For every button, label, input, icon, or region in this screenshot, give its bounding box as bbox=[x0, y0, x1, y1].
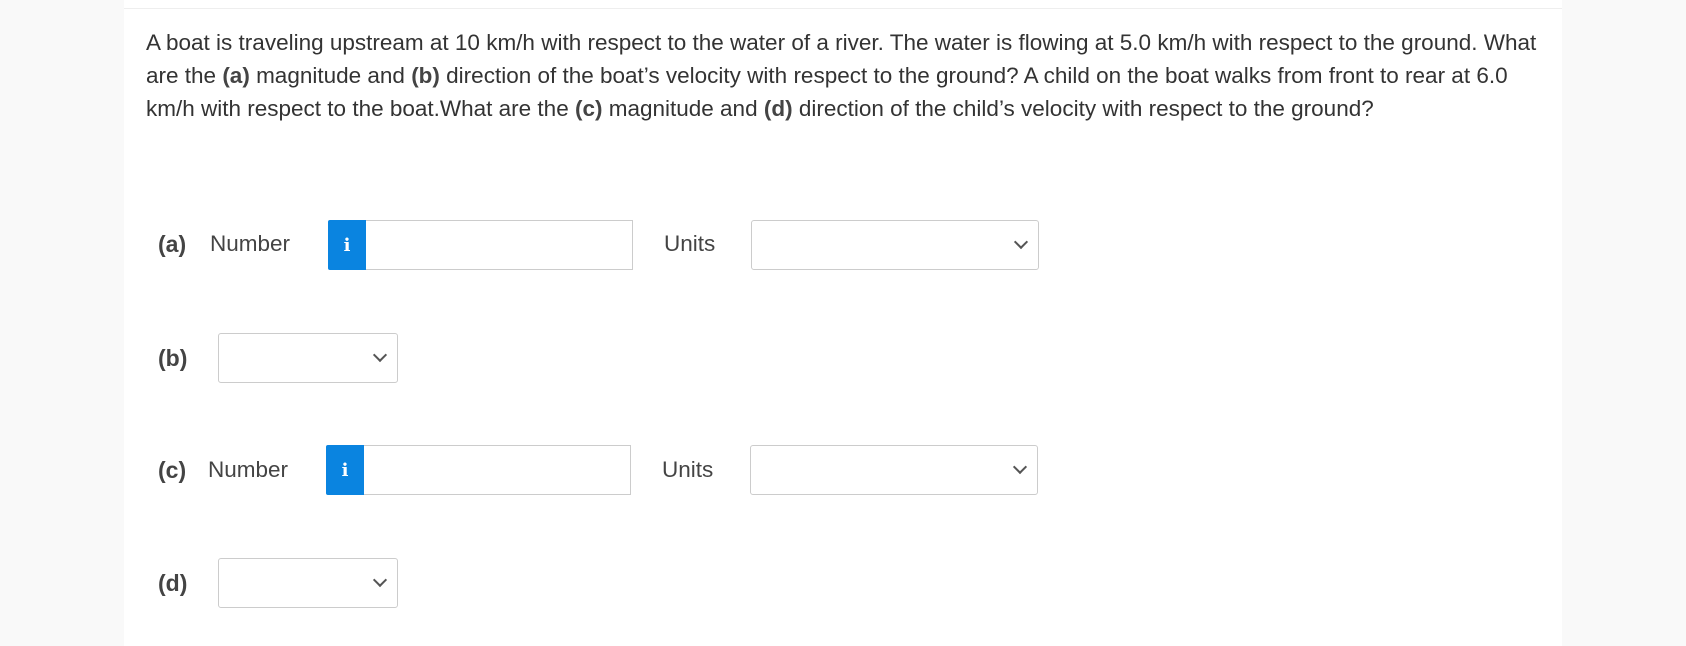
part-a-number-input[interactable] bbox=[366, 220, 633, 270]
question-segment: direction of the child’s velocity with r… bbox=[792, 96, 1374, 121]
chevron-down-icon bbox=[1012, 459, 1028, 475]
chevron-down-icon bbox=[1013, 234, 1029, 250]
part-d-ref: (d) bbox=[763, 96, 793, 121]
part-c-label: (c) bbox=[158, 457, 187, 483]
part-a-number-label: Number bbox=[210, 231, 291, 256]
part-c-number-input[interactable] bbox=[364, 445, 631, 495]
part-c-ref: (c) bbox=[574, 96, 603, 121]
part-b-ref: (b) bbox=[411, 63, 440, 88]
part-c-info-button[interactable]: i bbox=[326, 445, 364, 495]
part-a-label: (a) bbox=[158, 231, 187, 257]
part-c-units-label: Units bbox=[662, 457, 714, 482]
question-segment: magnitude and bbox=[602, 96, 764, 121]
question-text: A boat is traveling upstream at 10 km/h … bbox=[146, 26, 1546, 125]
info-icon: i bbox=[343, 234, 351, 256]
part-c-units-select[interactable] bbox=[750, 445, 1038, 495]
info-icon: i bbox=[341, 459, 349, 481]
question-panel: A boat is traveling upstream at 10 km/h … bbox=[124, 0, 1562, 646]
part-b-direction-select[interactable] bbox=[218, 333, 398, 383]
chevron-down-icon bbox=[372, 572, 388, 588]
part-a-units-select[interactable] bbox=[751, 220, 1039, 270]
part-a-units-label: Units bbox=[664, 231, 716, 256]
question-segment: magnitude and bbox=[249, 63, 412, 88]
part-c-number-label: Number bbox=[208, 457, 289, 482]
part-d-label: (d) bbox=[158, 570, 188, 596]
part-a-info-button[interactable]: i bbox=[328, 220, 366, 270]
divider bbox=[124, 8, 1562, 9]
part-a-ref: (a) bbox=[222, 63, 250, 88]
part-d-direction-select[interactable] bbox=[218, 558, 398, 608]
part-b-label: (b) bbox=[158, 345, 188, 371]
chevron-down-icon bbox=[372, 347, 388, 363]
